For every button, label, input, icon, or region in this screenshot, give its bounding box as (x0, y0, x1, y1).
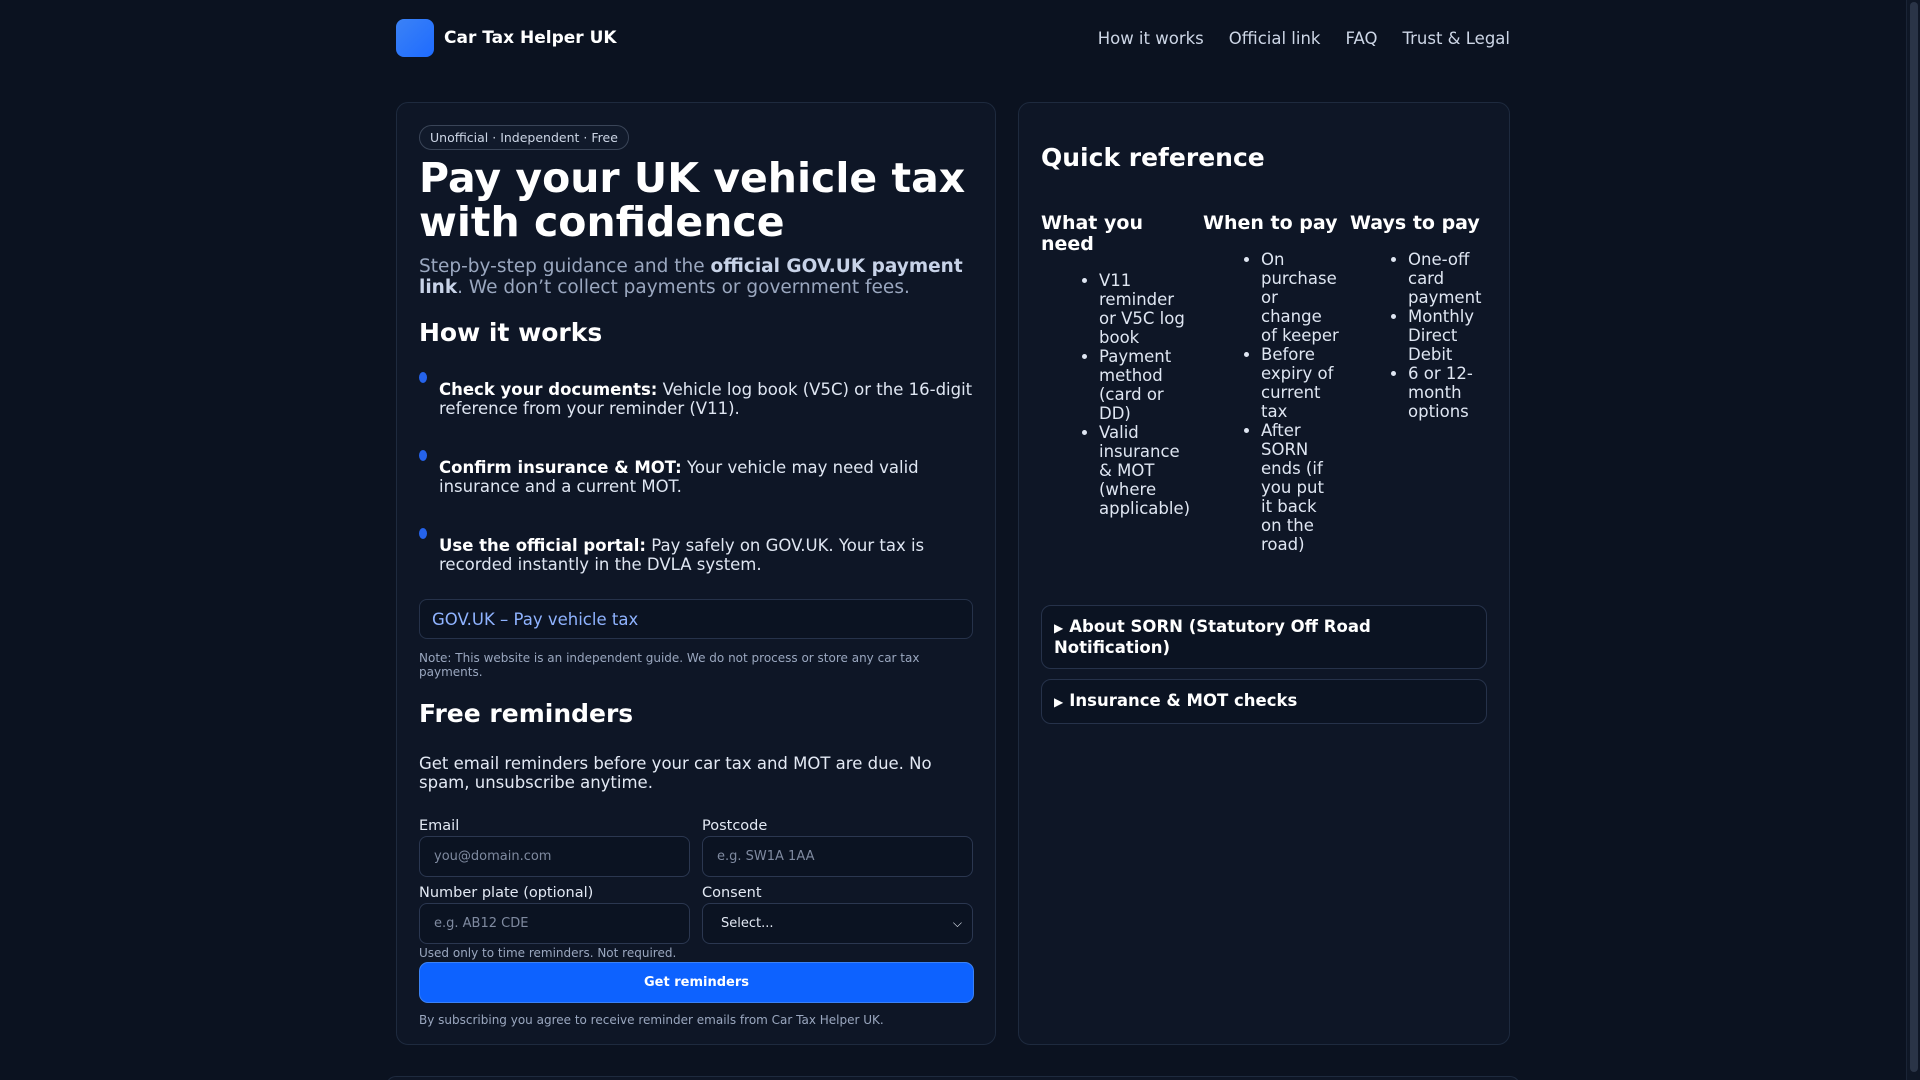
reminder-form: Email Postcode Number plate (optional) C… (419, 818, 973, 944)
email-label: Email (419, 818, 460, 834)
plate-field[interactable] (419, 903, 690, 944)
step-item: Use the official portal: Pay safely on G… (419, 528, 973, 574)
details-summary: Insurance & MOT checks (1069, 691, 1298, 710)
get-reminders-button[interactable]: Get reminders (419, 962, 974, 1003)
quick-reference-title: Quick reference (1041, 143, 1265, 172)
when-to-pay-list: On purchase or change of keeper Before e… (1203, 250, 1339, 554)
ways-to-pay-column: Ways to pay One-off card payment Monthly… (1350, 212, 1500, 422)
subtitle-text-pre: Step-by-step guidance and the (419, 256, 711, 277)
how-it-works-title: How it works (419, 318, 603, 347)
reminders-description: Get email reminders before your car tax … (419, 754, 932, 792)
consent-select[interactable]: Select... ⌵ (702, 903, 973, 944)
nav-faq[interactable]: FAQ (1345, 29, 1377, 48)
quick-reference-card: Quick reference What you need V11 remind… (1018, 102, 1510, 1045)
hero-subtitle: Step-by-step guidance and the official G… (419, 256, 973, 298)
disclaimer-note: Note: This website is an independent gui… (419, 651, 920, 679)
nav-trust-legal[interactable]: Trust & Legal (1402, 29, 1510, 48)
step-item: Check your documents: Vehicle log book (… (419, 372, 973, 418)
what-you-need-column: What you need V11 reminder or V5C log bo… (1041, 212, 1191, 519)
list-item: Valid insurance & MOT (where applicable) (1099, 423, 1191, 518)
postcode-group: Postcode (702, 818, 973, 877)
status-badge: Unofficial · Independent · Free (419, 125, 629, 150)
bullet-icon (419, 372, 427, 383)
list-item: 6 or 12-month options (1408, 364, 1500, 421)
scrollbar[interactable] (1906, 0, 1920, 1080)
next-section-edge (386, 1076, 1520, 1080)
column-title: When to pay (1203, 212, 1338, 234)
details-summary: About SORN (Statutory Off Road Notificat… (1054, 617, 1371, 657)
list-item: One-off card payment (1408, 250, 1500, 307)
site-header: Car Tax Helper UK How it works Official … (396, 18, 1510, 58)
column-title: Ways to pay (1350, 212, 1480, 234)
triangle-right-icon: ▶ (1054, 695, 1064, 709)
step-heading: Confirm insurance & MOT: (439, 458, 682, 477)
page-title: Pay your UK vehicle tax with confidence (419, 154, 966, 246)
email-field[interactable] (419, 836, 690, 877)
list-item: Payment method (card or DD) (1099, 347, 1191, 423)
step-heading: Use the official portal: (439, 536, 646, 555)
brand-name[interactable]: Car Tax Helper UK (444, 28, 617, 48)
list-item: Monthly Direct Debit (1408, 307, 1500, 364)
bullet-icon (419, 450, 427, 461)
scrollbar-thumb[interactable] (1910, 2, 1918, 1072)
sorn-details-toggle[interactable]: ▶ About SORN (Statutory Off Road Notifica… (1041, 605, 1487, 669)
postcode-field[interactable] (702, 836, 973, 877)
main-nav: How it works Official link FAQ Trust & L… (1098, 29, 1510, 48)
list-item: V11 reminder or V5C log book (1099, 271, 1191, 347)
subscribe-footnote: By subscribing you agree to receive remi… (419, 1013, 884, 1027)
plate-helper-text: Used only to time reminders. Not require… (419, 946, 677, 960)
main-card: Unofficial · Independent · Free Pay your… (396, 102, 996, 1045)
chevron-down-icon: ⌵ (952, 916, 962, 930)
plate-label: Number plate (optional) (419, 885, 594, 901)
subtitle-text-post: . We don’t collect payments or governmen… (457, 277, 910, 298)
step-heading: Check your documents: (439, 380, 658, 399)
logo-icon[interactable] (396, 19, 434, 57)
postcode-label: Postcode (702, 818, 768, 834)
list-item: After SORN ends (if you put it back on t… (1261, 421, 1339, 554)
step-item: Confirm insurance & MOT: Your vehicle ma… (419, 450, 973, 496)
what-you-need-list: V11 reminder or V5C log book Payment met… (1041, 271, 1191, 518)
ways-to-pay-list: One-off card payment Monthly Direct Debi… (1350, 250, 1500, 421)
list-item: Before expiry of current tax (1261, 345, 1339, 421)
nav-official-link[interactable]: Official link (1229, 29, 1321, 48)
nav-how-it-works[interactable]: How it works (1098, 29, 1204, 48)
column-title: What you need (1041, 212, 1143, 255)
page: Car Tax Helper UK How it works Official … (0, 0, 1920, 1080)
gov-uk-pay-link[interactable]: GOV.UK – Pay vehicle tax (419, 599, 973, 639)
plate-group: Number plate (optional) (419, 885, 690, 944)
insurance-mot-details-toggle[interactable]: ▶ Insurance & MOT checks (1041, 679, 1487, 724)
reminders-title: Free reminders (419, 699, 634, 728)
triangle-right-icon: ▶ (1054, 621, 1064, 635)
consent-value: Select... (721, 916, 774, 931)
list-item: On purchase or change of keeper (1261, 250, 1339, 345)
consent-group: Consent Select... ⌵ (702, 885, 973, 944)
bullet-icon (419, 528, 427, 539)
email-group: Email (419, 818, 690, 877)
consent-label: Consent (702, 885, 762, 901)
when-to-pay-column: When to pay On purchase or change of kee… (1203, 212, 1339, 555)
